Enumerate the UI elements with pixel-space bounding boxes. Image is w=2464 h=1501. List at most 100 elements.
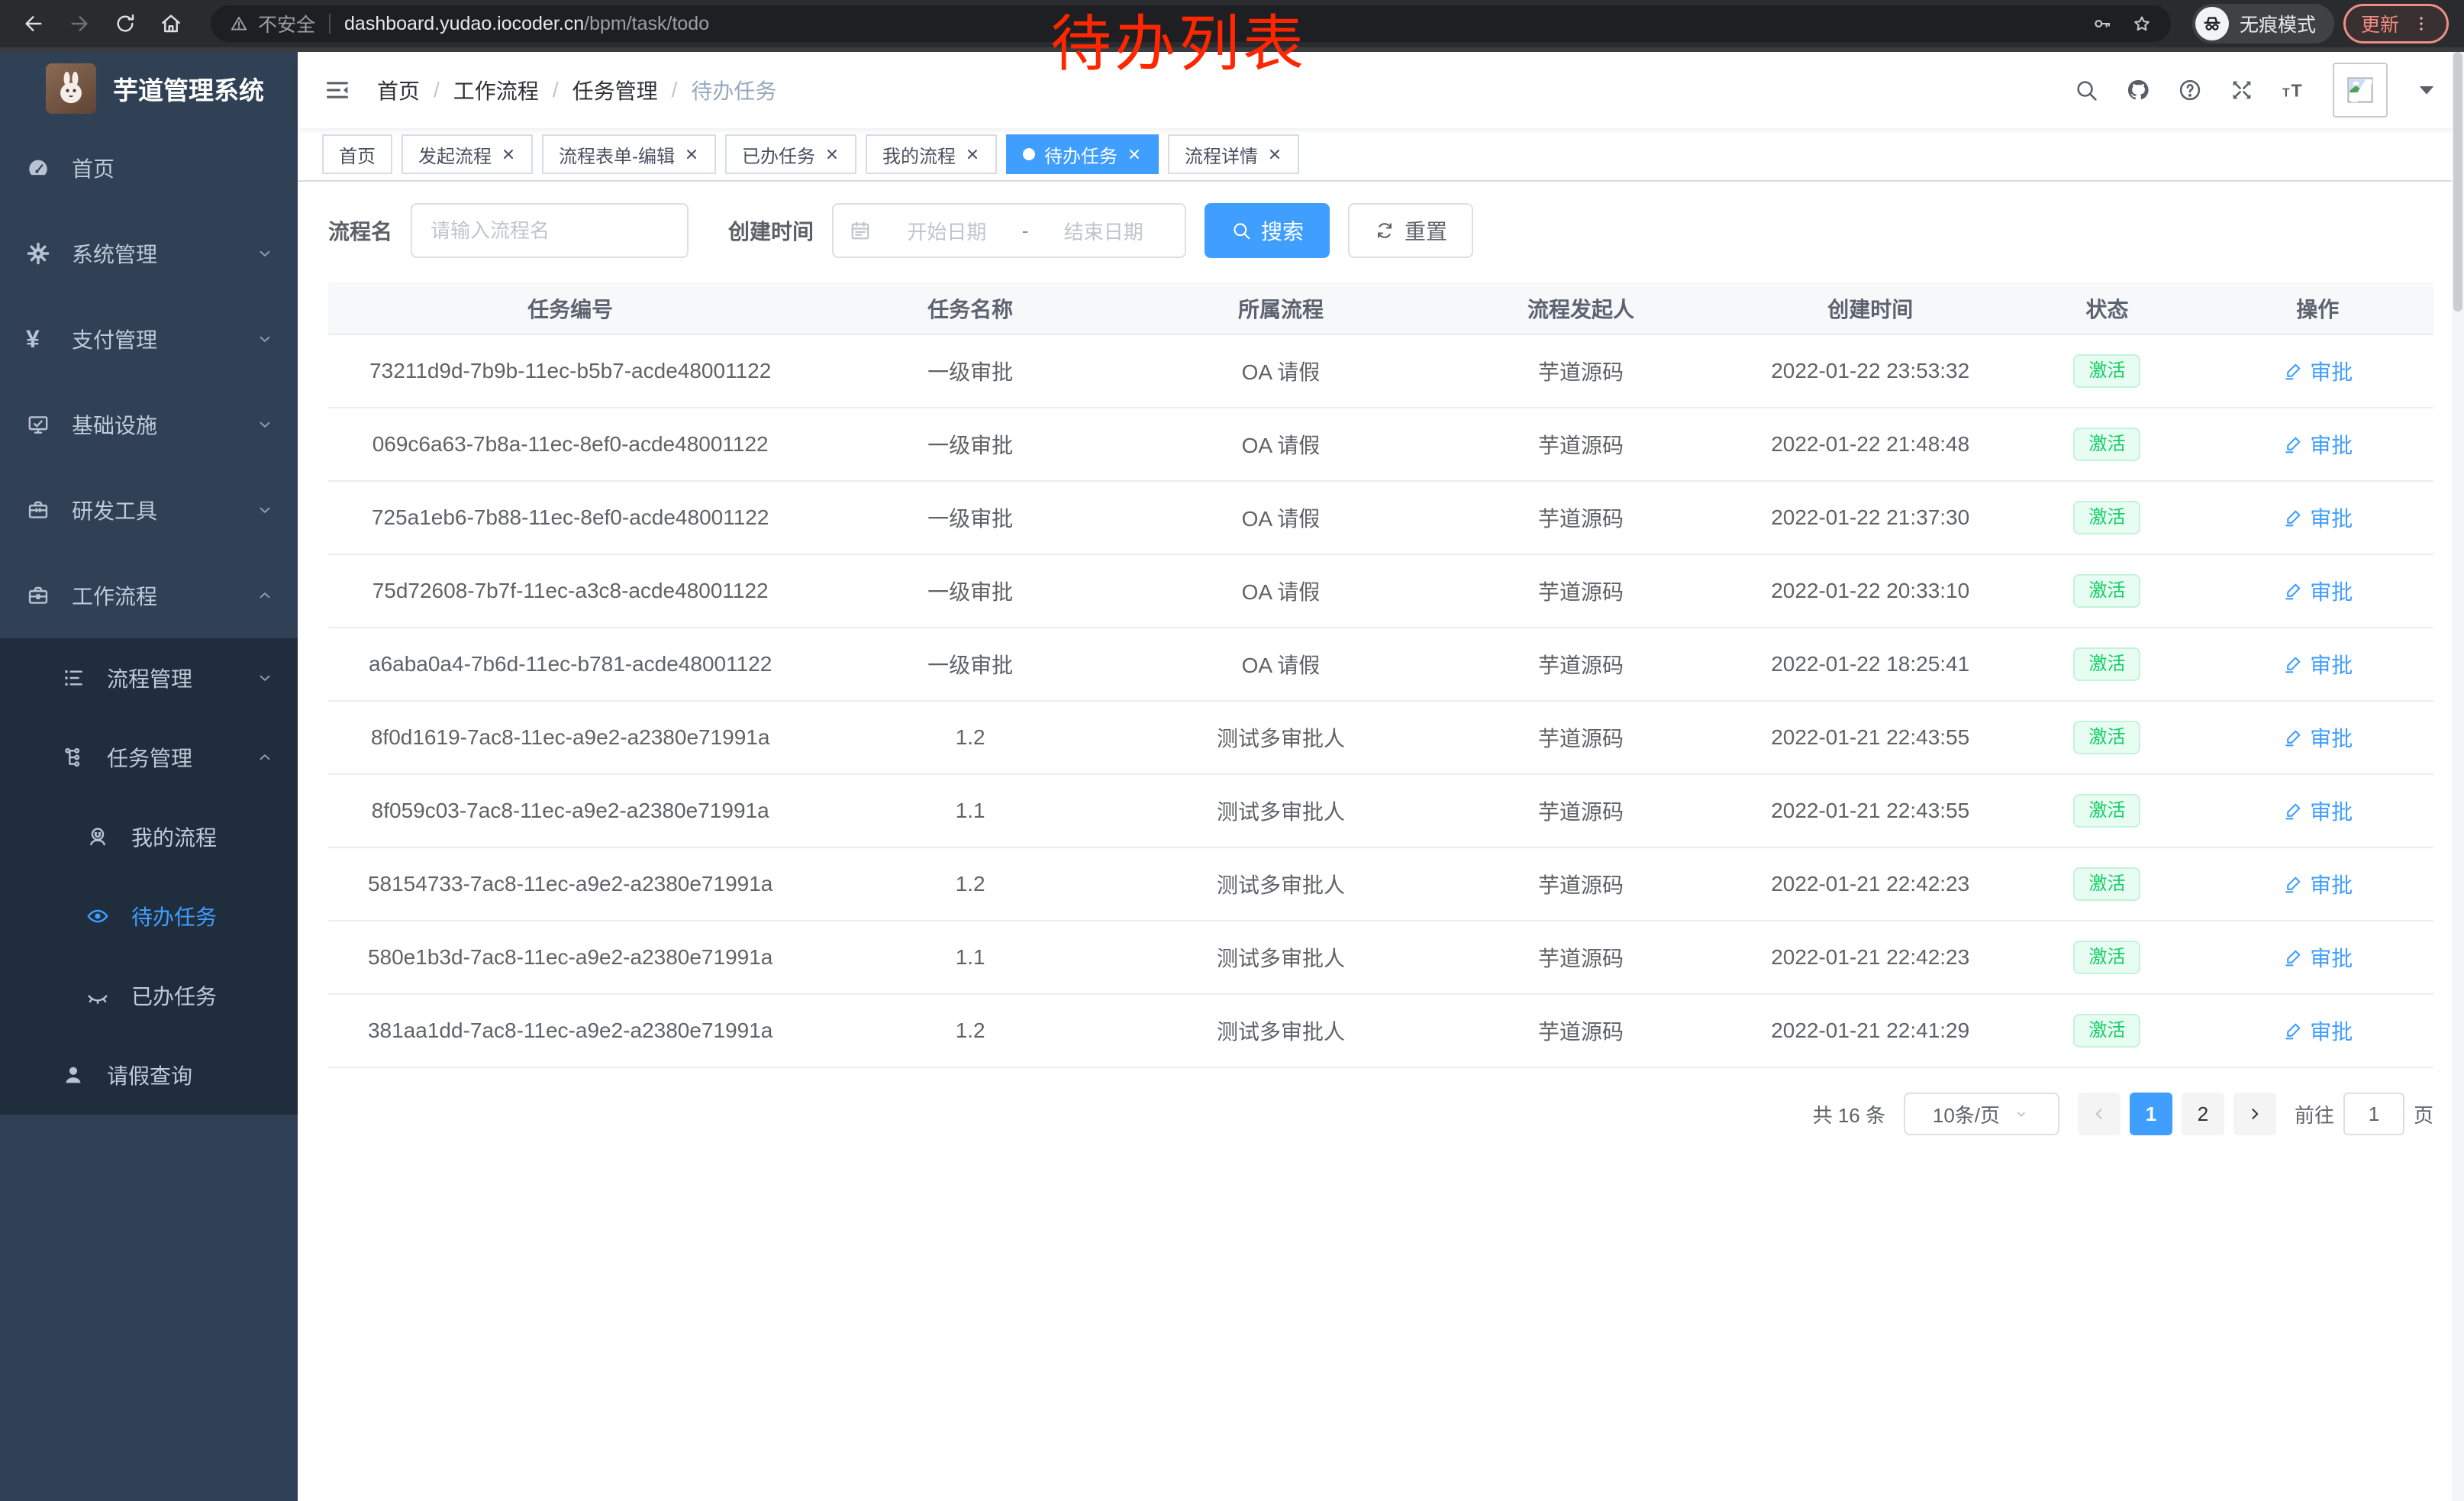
approve-link[interactable]: 审批: [2282, 429, 2353, 460]
breadcrumb-item[interactable]: 任务管理: [572, 75, 658, 105]
approve-link[interactable]: 审批: [2282, 796, 2353, 826]
close-tab-icon[interactable]: [965, 147, 980, 162]
tab-label: 已办任务: [742, 141, 815, 168]
app-logo-row[interactable]: 芋道管理系统: [0, 52, 298, 125]
status-badge: 激活: [2073, 721, 2140, 755]
approve-link[interactable]: 审批: [2282, 942, 2353, 973]
scrollbar-thumb[interactable]: [2453, 52, 2462, 311]
user-icon: [61, 1063, 85, 1087]
cell-process: 测试多审批人: [1128, 921, 1434, 994]
bookmark-star-icon[interactable]: [2131, 13, 2153, 34]
sidebar-item-face[interactable]: 我的流程: [0, 797, 298, 876]
cell-created: 2022-01-21 22:43:55: [1728, 701, 2012, 774]
cell-task-id: 725a1eb6-7b88-11ec-8ef0-acde48001122: [328, 481, 812, 554]
tab-item[interactable]: 流程表单-编辑: [542, 134, 716, 174]
tab-item[interactable]: 首页: [322, 134, 392, 174]
goto-page-input[interactable]: [2343, 1093, 2404, 1135]
browser-menu-icon[interactable]: [2411, 14, 2431, 34]
close-tab-icon[interactable]: [824, 147, 840, 162]
sidebar-item-label: 请假查询: [107, 1060, 192, 1090]
browser-forward-icon[interactable]: [61, 11, 98, 36]
pagination: 共 16 条 10条/页 12 前往 页: [328, 1093, 2433, 1172]
tab-label: 首页: [339, 141, 376, 168]
approve-link[interactable]: 审批: [2282, 722, 2353, 753]
help-icon[interactable]: [2177, 77, 2203, 103]
reset-button-label: 重置: [1405, 215, 1447, 246]
tab-item[interactable]: 我的流程: [866, 134, 997, 174]
page-number-2[interactable]: 2: [2182, 1093, 2224, 1135]
face-icon: [85, 825, 110, 849]
sidebar-item-user[interactable]: 请假查询: [0, 1035, 298, 1115]
close-tab-icon[interactable]: [1267, 147, 1282, 162]
github-icon[interactable]: [2125, 77, 2151, 103]
date-range-picker[interactable]: 开始日期 - 结束日期: [832, 203, 1186, 258]
browser-refresh-icon[interactable]: [107, 11, 144, 36]
sidebar-item-briefcase[interactable]: 工作流程: [0, 553, 298, 638]
sidebar-item-flow[interactable]: 任务管理: [0, 718, 298, 797]
approve-link[interactable]: 审批: [2282, 576, 2353, 606]
approve-link[interactable]: 审批: [2282, 356, 2353, 386]
sidebar-item-dashboard[interactable]: 首页: [0, 125, 298, 211]
edit-pencil-icon: [2282, 580, 2304, 602]
avatar-caret-icon[interactable]: [2414, 77, 2440, 103]
sidebar-item-label: 研发工具: [72, 495, 157, 525]
breadcrumb-item[interactable]: 工作流程: [453, 75, 539, 105]
approve-link[interactable]: 审批: [2282, 1015, 2353, 1046]
search-button[interactable]: 搜索: [1205, 203, 1330, 258]
browser-update-button[interactable]: 更新: [2343, 4, 2449, 44]
cell-task-name: 一级审批: [812, 334, 1128, 408]
cell-initiator: 芋道源码: [1434, 847, 1728, 921]
password-key-icon[interactable]: [2091, 13, 2113, 34]
sidebar-item-yen[interactable]: ¥支付管理: [0, 296, 298, 382]
tab-item[interactable]: 待办任务: [1006, 134, 1159, 174]
browser-home-icon[interactable]: [153, 11, 189, 36]
search-icon[interactable]: [2073, 77, 2099, 103]
sidebar-item-monitor[interactable]: 基础设施: [0, 382, 298, 467]
tab-item[interactable]: 流程详情: [1168, 134, 1299, 174]
approve-link[interactable]: 审批: [2282, 649, 2353, 679]
column-header: 状态: [2012, 282, 2201, 334]
prev-page-button[interactable]: [2078, 1093, 2121, 1135]
cell-initiator: 芋道源码: [1434, 994, 1728, 1067]
approve-link[interactable]: 审批: [2282, 869, 2353, 899]
font-size-icon[interactable]: TT: [2281, 77, 2307, 103]
fullscreen-icon[interactable]: [2229, 77, 2255, 103]
close-tab-icon[interactable]: [684, 147, 699, 162]
process-name-input[interactable]: [411, 203, 689, 258]
approve-link-label: 审批: [2310, 796, 2353, 826]
table-row: 725a1eb6-7b88-11ec-8ef0-acde48001122一级审批…: [328, 481, 2433, 554]
sidebar-item-gear[interactable]: 系统管理: [0, 211, 298, 296]
sidebar-item-toolbox[interactable]: 研发工具: [0, 467, 298, 553]
approve-link-label: 审批: [2310, 502, 2353, 533]
gear-icon: [26, 241, 50, 266]
breadcrumb-item[interactable]: 首页: [377, 75, 420, 105]
sidebar-item-label: 任务管理: [107, 742, 192, 773]
incognito-badge: 无痕模式: [2192, 4, 2334, 44]
cell-task-id: 8f059c03-7ac8-11ec-a9e2-a2380e71991a: [328, 774, 812, 847]
cell-process: 测试多审批人: [1128, 774, 1434, 847]
process-name-label: 流程名: [328, 215, 392, 246]
page-scrollbar[interactable]: [2452, 52, 2464, 1501]
cell-task-id: 58154733-7ac8-11ec-a9e2-a2380e71991a: [328, 847, 812, 921]
page-number-1[interactable]: 1: [2130, 1093, 2172, 1135]
edit-pencil-icon: [2282, 873, 2304, 895]
approve-link[interactable]: 审批: [2282, 502, 2353, 533]
sidebar-collapse-icon[interactable]: [322, 75, 353, 105]
not-secure-icon: [229, 14, 249, 34]
sidebar-item-eye[interactable]: 待办任务: [0, 876, 298, 956]
browser-back-icon[interactable]: [15, 11, 52, 36]
sidebar-item-tree[interactable]: 流程管理: [0, 638, 298, 718]
active-tab-dot: [1023, 148, 1035, 160]
chevron-down-icon: [255, 244, 275, 263]
sidebar-item-eye-closed[interactable]: 已办任务: [0, 956, 298, 1035]
avatar[interactable]: [2333, 63, 2388, 118]
next-page-button[interactable]: [2233, 1093, 2276, 1135]
page-size-select[interactable]: 10条/页: [1904, 1093, 2059, 1135]
address-bar[interactable]: 不安全 dashboard.yudao.iocoder.cn /bpm/task…: [211, 5, 2171, 42]
tab-item[interactable]: 已办任务: [725, 134, 856, 174]
close-tab-icon[interactable]: [501, 147, 516, 162]
tab-item[interactable]: 发起流程: [402, 134, 533, 174]
reset-button[interactable]: 重置: [1348, 203, 1473, 258]
close-tab-icon[interactable]: [1127, 147, 1142, 162]
status-badge: 激活: [2073, 1014, 2140, 1048]
